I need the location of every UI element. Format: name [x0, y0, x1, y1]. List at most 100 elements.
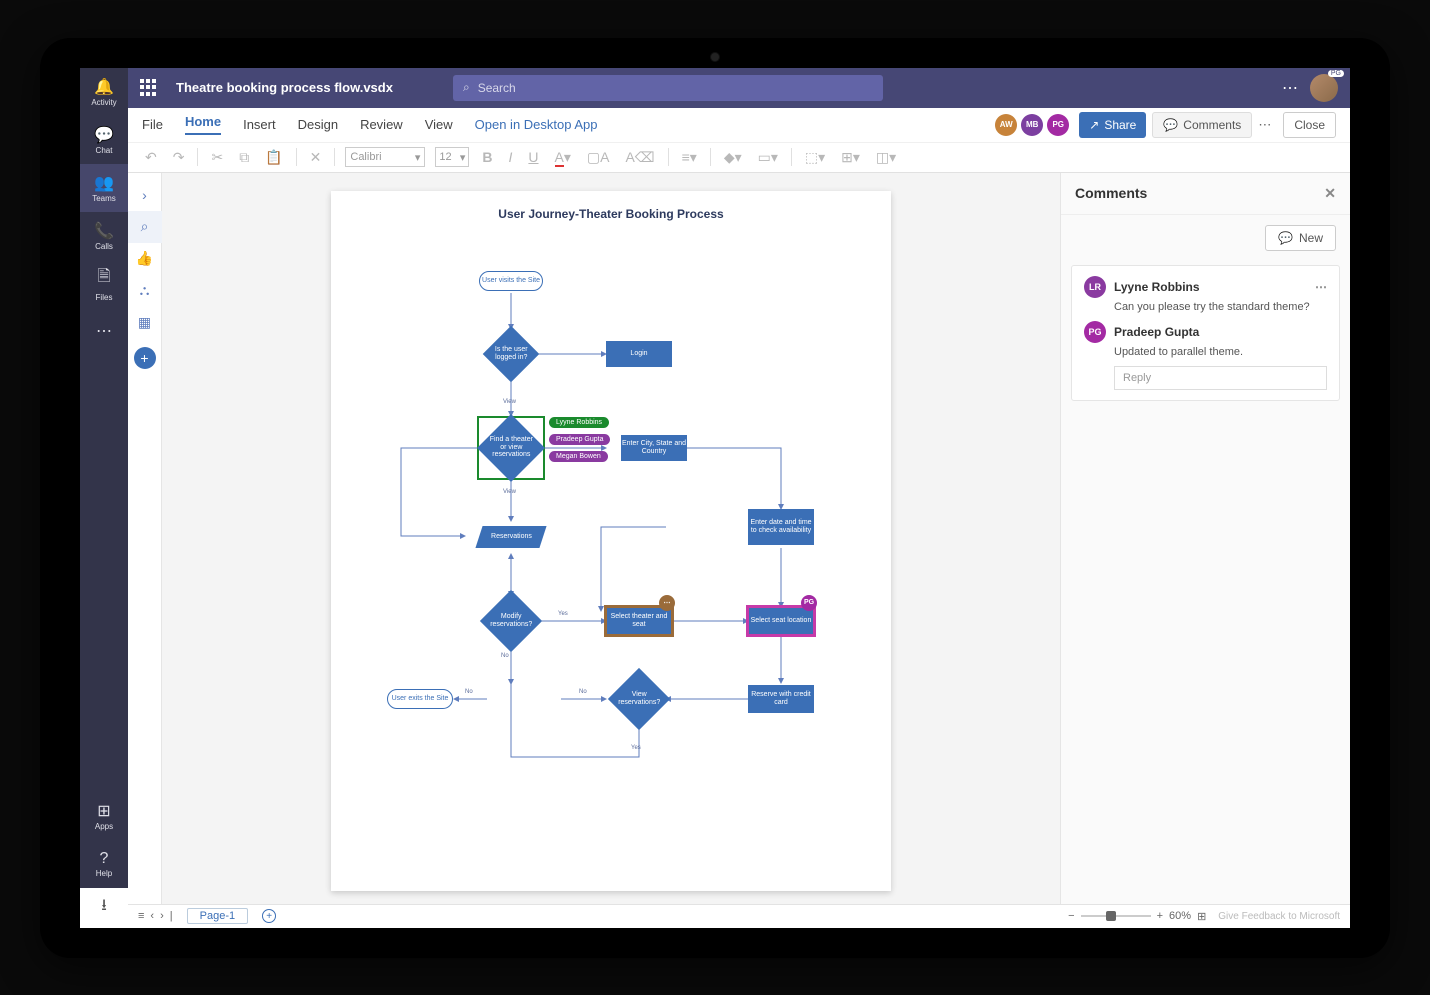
- shape-select-theater[interactable]: Select theater and seat: [606, 607, 672, 635]
- rail-teams[interactable]: 👥Teams: [80, 164, 128, 212]
- align-icon[interactable]: ≡▾: [679, 149, 700, 166]
- shapes-icon[interactable]: ▦: [128, 307, 162, 339]
- topbar-more-icon[interactable]: ⋯: [1282, 78, 1298, 98]
- shape-enter-city[interactable]: Enter City, State and Country: [621, 435, 687, 461]
- pages-menu-icon[interactable]: ≡: [138, 910, 144, 922]
- comment-avatar: LR: [1084, 276, 1106, 298]
- tag-megan[interactable]: Megan Bowen: [549, 451, 608, 462]
- fill-icon[interactable]: ◆▾: [721, 149, 745, 166]
- shape-exit[interactable]: User exits the Site: [387, 689, 453, 709]
- menu-insert[interactable]: Insert: [243, 117, 276, 132]
- label-yes1: Yes: [558, 611, 568, 617]
- add-page-button[interactable]: +: [262, 909, 276, 923]
- diagram-page: User Journey-Theater Booking Process: [331, 191, 891, 891]
- undo-icon[interactable]: ↶: [142, 149, 160, 166]
- rail-files[interactable]: 🗎Files: [80, 260, 128, 308]
- shape-enter-date[interactable]: Enter date and time to check availabilit…: [748, 509, 814, 545]
- menu-home[interactable]: Home: [185, 114, 221, 135]
- hierarchy-icon[interactable]: ⛬: [128, 275, 162, 307]
- rail-help[interactable]: ?Help: [80, 840, 128, 888]
- document-title: Theatre booking process flow.vsdx: [176, 80, 393, 95]
- zoom-slider[interactable]: [1081, 915, 1151, 917]
- prev-page-icon[interactable]: ‹: [150, 910, 154, 922]
- menu-view[interactable]: View: [425, 117, 453, 132]
- zoom-level: 60%: [1169, 910, 1191, 922]
- search-input[interactable]: ⌕Search: [453, 75, 883, 101]
- comment-icon: 💬: [1163, 118, 1178, 132]
- canvas[interactable]: User Journey-Theater Booking Process: [162, 173, 1060, 904]
- underline-icon[interactable]: U: [525, 149, 541, 165]
- people-icon: 👥: [94, 173, 114, 193]
- bubble-pg[interactable]: PG: [801, 595, 817, 611]
- copy-icon[interactable]: ⧉: [236, 149, 252, 166]
- open-desktop-link[interactable]: Open in Desktop App: [475, 117, 598, 132]
- bubble-more[interactable]: ⋯: [659, 595, 675, 611]
- menu-file[interactable]: File: [142, 117, 163, 132]
- shape-view-res[interactable]: View reservations?: [608, 667, 670, 729]
- font-select[interactable]: Calibri▾: [345, 147, 425, 167]
- arrange-icon[interactable]: ⬚▾: [802, 149, 828, 166]
- rail-chat[interactable]: 💬Chat: [80, 116, 128, 164]
- shape-login[interactable]: Login: [606, 341, 672, 367]
- share-button[interactable]: ↗Share: [1079, 112, 1146, 138]
- line-icon[interactable]: ▭▾: [755, 149, 781, 166]
- shape-reserve[interactable]: Reserve with credit card: [748, 685, 814, 713]
- rail-more[interactable]: ⋯: [80, 308, 128, 356]
- zoom-control[interactable]: − + 60% ⊞: [1068, 910, 1206, 923]
- search-shapes-icon[interactable]: ⌕: [128, 211, 162, 243]
- comments-button[interactable]: 💬Comments: [1152, 112, 1252, 138]
- status-bar: ≡ ‹ › | Page-1 + − + 60% ⊞ Give Feedback…: [128, 904, 1350, 928]
- paste-icon[interactable]: 📋: [262, 149, 285, 166]
- zoom-in-icon[interactable]: +: [1157, 910, 1163, 922]
- reply-input[interactable]: Reply: [1114, 366, 1327, 390]
- position-icon[interactable]: ⊞▾: [838, 149, 863, 166]
- fit-page-icon[interactable]: ⊞: [1197, 910, 1206, 923]
- clear-format-icon[interactable]: A⌫: [622, 149, 657, 166]
- menu-review[interactable]: Review: [360, 117, 403, 132]
- group-icon[interactable]: ◫▾: [873, 149, 899, 166]
- zoom-out-icon[interactable]: −: [1068, 910, 1074, 922]
- highlight-icon[interactable]: ▢A: [584, 149, 613, 166]
- rail-download[interactable]: ⭳: [80, 888, 128, 928]
- ribbon-more-icon[interactable]: ⋯: [1258, 117, 1271, 133]
- delete-icon[interactable]: ✕: [307, 149, 325, 166]
- favorites-icon[interactable]: 👍: [128, 243, 162, 275]
- page-tab[interactable]: Page-1: [187, 908, 248, 924]
- close-comments-icon[interactable]: ✕: [1324, 185, 1336, 202]
- presence-aw[interactable]: AW: [995, 114, 1017, 136]
- italic-icon[interactable]: I: [506, 149, 516, 165]
- font-color-icon[interactable]: A▾: [552, 149, 574, 166]
- new-comment-button[interactable]: 💬New: [1265, 225, 1336, 251]
- tag-lyyne[interactable]: Lyyne Robbins: [549, 417, 609, 428]
- user-avatar[interactable]: PG: [1310, 74, 1338, 102]
- shape-modify[interactable]: Modify reservations?: [480, 589, 542, 651]
- close-button[interactable]: Close: [1283, 112, 1336, 138]
- font-size-select[interactable]: 12▾: [435, 147, 469, 167]
- rail-calls[interactable]: 📞Calls: [80, 212, 128, 260]
- cut-icon[interactable]: ✂: [208, 149, 226, 166]
- comment-thread[interactable]: LR Lyyne Robbins ⋯ Can you please try th…: [1071, 265, 1340, 401]
- comment-more-icon[interactable]: ⋯: [1315, 280, 1327, 294]
- next-page-icon[interactable]: ›: [160, 910, 164, 922]
- tag-pradeep[interactable]: Pradeep Gupta: [549, 434, 610, 445]
- shape-reservations[interactable]: Reservations: [475, 526, 546, 548]
- presence-pg[interactable]: PG: [1047, 114, 1069, 136]
- chevron-down-icon: ▾: [415, 151, 421, 164]
- presence-mb[interactable]: MB: [1021, 114, 1043, 136]
- shape-logged-in[interactable]: Is the user logged in?: [483, 325, 540, 382]
- menu-design[interactable]: Design: [298, 117, 338, 132]
- shape-select-seat[interactable]: Select seat location: [748, 607, 814, 635]
- expand-shapes-icon[interactable]: ›: [128, 179, 162, 211]
- add-shapes-button[interactable]: +: [134, 347, 156, 369]
- bell-icon: 🔔: [94, 77, 114, 97]
- bold-icon[interactable]: B: [479, 149, 495, 165]
- rail-activity[interactable]: 🔔Activity: [80, 68, 128, 116]
- app-launcher-icon[interactable]: [140, 79, 158, 97]
- diagram-title: User Journey-Theater Booking Process: [331, 191, 891, 221]
- label-view: View: [503, 399, 516, 405]
- shape-start[interactable]: User visits the Site: [479, 271, 543, 291]
- redo-icon[interactable]: ↷: [170, 149, 188, 166]
- file-icon: 🗎: [98, 265, 111, 292]
- feedback-link[interactable]: Give Feedback to Microsoft: [1218, 911, 1340, 922]
- rail-apps[interactable]: ⊞Apps: [80, 792, 128, 840]
